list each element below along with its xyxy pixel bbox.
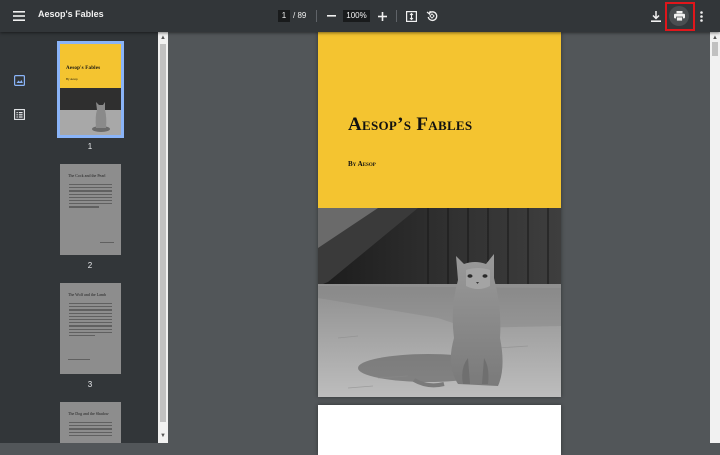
thumbnail-page-number: 3 <box>87 380 93 389</box>
thumbnail-byline: By Aesop <box>66 77 78 81</box>
document-title: Aesop's Fables <box>38 9 104 19</box>
pdf-page-2 <box>318 405 561 455</box>
rotate-icon[interactable] <box>424 8 440 24</box>
page-thumbnail-2[interactable]: The Cock and the Pearl <box>60 164 121 255</box>
thumbnail-page-number: 2 <box>87 261 93 270</box>
menu-icon[interactable] <box>9 6 29 26</box>
page-thumbnail-1[interactable]: Aesop's Fables By Aesop <box>57 41 124 138</box>
thumbnail-panel: Aesop's Fables By Aesop 1 The Cock and t… <box>38 32 158 443</box>
thumbnail-text-lines <box>69 422 112 438</box>
pdf-toolbar: Aesop's Fables 1 / 89 100% <box>0 0 720 32</box>
zoom-level-input[interactable]: 100% <box>343 10 370 22</box>
print-button-highlight <box>665 2 695 31</box>
zoom-out-icon[interactable] <box>323 8 339 24</box>
sidebar-rail <box>0 32 38 443</box>
thumbnail-heading: The Cock and the Pearl <box>68 173 106 178</box>
scroll-up-arrow-icon[interactable]: ▲ <box>711 34 719 42</box>
zoom-in-icon[interactable] <box>374 8 390 24</box>
outline-icon[interactable] <box>9 104 29 124</box>
fit-page-icon[interactable] <box>403 8 419 24</box>
thumbnail-heading: The Wolf and the Lamb <box>68 292 107 297</box>
thumbnail-cat-photo <box>60 88 121 135</box>
thumbnail-text-lines <box>69 303 112 338</box>
page-thumbnail-4[interactable]: The Dog and the Shadow <box>60 402 121 443</box>
thumbnail-page-number: 1 <box>87 142 93 151</box>
thumbnail-heading: The Dog and the Shadow <box>68 411 109 416</box>
more-vert-icon[interactable] <box>694 8 708 24</box>
cover-byline: By Aesop <box>348 160 376 168</box>
thumbnail-footer <box>100 242 114 245</box>
page-number-input[interactable]: 1 <box>278 10 290 22</box>
toolbar-divider <box>396 10 397 22</box>
document-scrollbar[interactable]: ▲ <box>710 32 720 443</box>
page-total: / 89 <box>293 11 307 20</box>
cover-title: Aesop’s Fables <box>348 114 473 135</box>
toolbar-divider <box>316 10 317 22</box>
thumbnails-icon[interactable] <box>9 70 29 90</box>
pdf-page-1: Aesop’s Fables By Aesop <box>318 32 561 397</box>
scroll-down-arrow-icon[interactable]: ▼ <box>159 432 167 440</box>
scroll-up-arrow-icon[interactable]: ▲ <box>159 34 167 42</box>
thumbnail-footer <box>68 359 90 362</box>
download-icon[interactable] <box>648 8 664 24</box>
scrollbar-thumb[interactable] <box>712 42 718 56</box>
cover-cat-photo <box>318 208 561 397</box>
thumbnail-scrollbar[interactable]: ▲ ▼ <box>158 32 168 443</box>
page-thumbnail-3[interactable]: The Wolf and the Lamb <box>60 283 121 374</box>
thumbnail-title: Aesop's Fables <box>66 66 101 71</box>
thumbnail-text-lines <box>69 184 112 210</box>
scrollbar-thumb[interactable] <box>160 44 166 422</box>
